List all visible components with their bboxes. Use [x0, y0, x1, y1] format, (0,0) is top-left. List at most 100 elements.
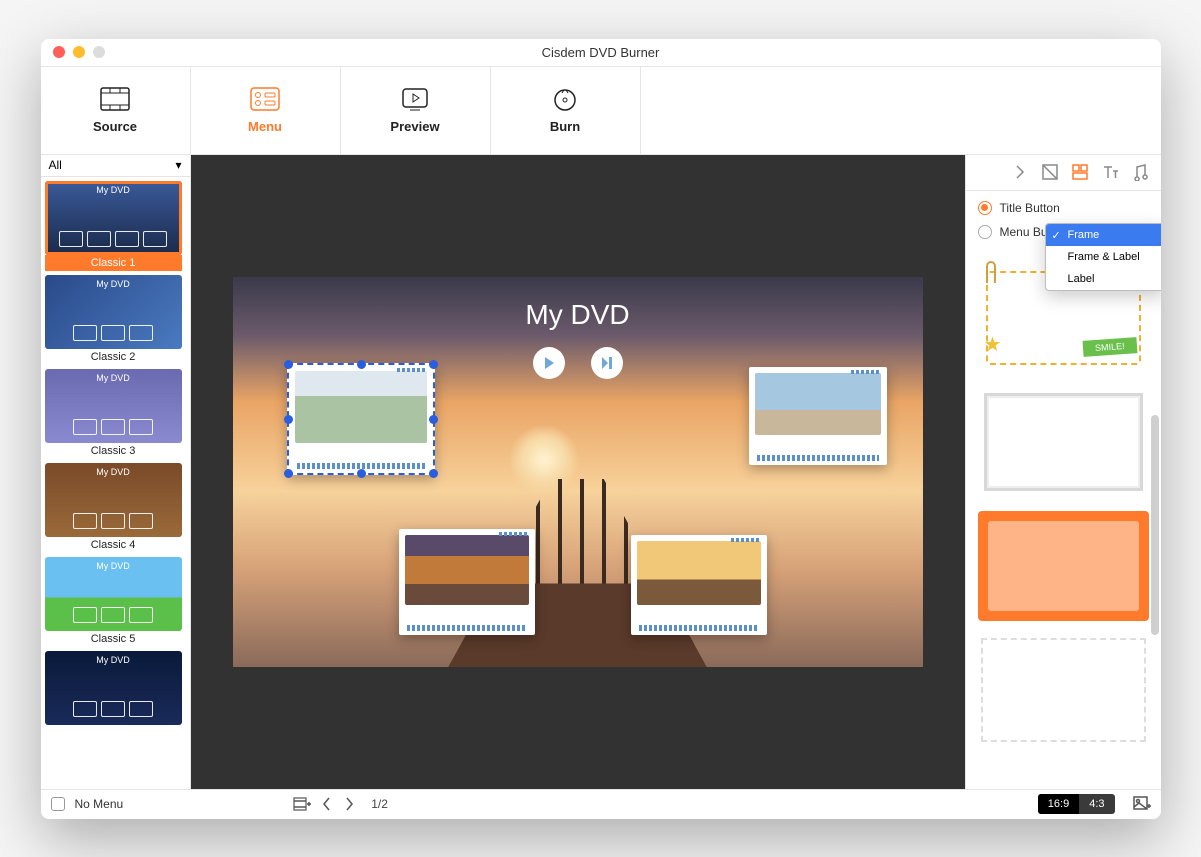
- dropdown-item-frame-label[interactable]: Frame & Label: [1046, 246, 1161, 268]
- frame-preview[interactable]: [978, 511, 1149, 621]
- tab-menu-label: Menu: [248, 119, 282, 134]
- tab-preview-label: Preview: [390, 119, 439, 134]
- add-page-icon[interactable]: [293, 795, 311, 813]
- background-tab[interactable]: [1041, 163, 1059, 181]
- template-title: My DVD: [45, 373, 182, 383]
- template-item[interactable]: My DVD Classic 1: [45, 181, 182, 271]
- next-button[interactable]: [591, 347, 623, 379]
- tab-burn-label: Burn: [550, 119, 580, 134]
- tab-source[interactable]: Source: [41, 67, 191, 154]
- play-button[interactable]: [533, 347, 565, 379]
- card-caption-dots: [297, 463, 425, 469]
- window-title: Cisdem DVD Burner: [41, 45, 1161, 60]
- dvd-title[interactable]: My DVD: [233, 299, 923, 331]
- template-title: My DVD: [45, 561, 182, 571]
- left-panel: All ▾ My DVD Classic 1 My DVD Classic 2 …: [41, 155, 191, 789]
- source-icon: [100, 87, 130, 111]
- template-label: [45, 725, 182, 729]
- frame-preview[interactable]: [978, 387, 1149, 497]
- template-label: Classic 3: [45, 443, 182, 459]
- dropdown-item-frame[interactable]: Frame: [1046, 224, 1161, 246]
- resize-handle[interactable]: [357, 360, 366, 369]
- zoom-icon[interactable]: [93, 46, 105, 58]
- video-card-1[interactable]: [287, 363, 435, 475]
- template-label: Classic 5: [45, 631, 182, 647]
- menu-canvas[interactable]: My DVD: [233, 277, 923, 667]
- template-item[interactable]: My DVD Classic 4: [45, 463, 182, 553]
- canvas-wrap: My DVD: [191, 155, 965, 789]
- smile-badge: SMILE!: [1082, 337, 1137, 357]
- template-thumb: My DVD: [45, 651, 182, 725]
- tab-source-label: Source: [93, 119, 137, 134]
- no-menu-label: No Menu: [75, 797, 124, 811]
- template-item[interactable]: My DVD Classic 2: [45, 275, 182, 365]
- no-menu-checkbox[interactable]: [51, 797, 65, 811]
- template-filter-dropdown[interactable]: All ▾: [41, 155, 190, 177]
- video-card-4[interactable]: [631, 535, 767, 635]
- template-thumb: My DVD: [45, 463, 182, 537]
- dropdown-item-label[interactable]: Label: [1046, 268, 1161, 290]
- star-icon: ★: [984, 332, 1002, 357]
- tab-burn[interactable]: Burn: [491, 67, 641, 154]
- resize-handle[interactable]: [284, 469, 293, 478]
- titlebar: Cisdem DVD Burner: [41, 39, 1161, 67]
- button-type-radios: Title Button Menu Button Frame Frame & L…: [966, 191, 1161, 255]
- prev-page-icon[interactable]: [321, 795, 339, 813]
- music-tab[interactable]: [1131, 163, 1149, 181]
- next-page-icon[interactable]: [343, 795, 361, 813]
- resize-handle[interactable]: [429, 360, 438, 369]
- page-indicator: 1/2: [371, 797, 388, 811]
- tab-preview[interactable]: Preview: [341, 67, 491, 154]
- ratio-43[interactable]: 4:3: [1079, 794, 1114, 814]
- radio-icon: [978, 201, 992, 215]
- center-panel: My DVD: [191, 155, 965, 789]
- resize-handle[interactable]: [284, 415, 293, 424]
- template-thumb: My DVD: [45, 181, 182, 255]
- collapse-panel-button[interactable]: [1011, 163, 1029, 181]
- close-icon[interactable]: [53, 46, 65, 58]
- template-list[interactable]: My DVD Classic 1 My DVD Classic 2 My DVD…: [41, 177, 190, 789]
- template-thumb: My DVD: [45, 275, 182, 349]
- resize-handle[interactable]: [284, 360, 293, 369]
- frame-dropdown[interactable]: Frame Frame & Label Label: [1045, 223, 1161, 291]
- right-panel: Title Button Menu Button Frame Frame & L…: [965, 155, 1161, 789]
- radio-icon: [978, 225, 992, 239]
- main-toolbar: Source Menu Preview Burn: [41, 67, 1161, 155]
- template-thumb: My DVD: [45, 369, 182, 443]
- status-bar: No Menu 1/2 16:9 4:3: [41, 789, 1161, 819]
- clip-icon: [986, 261, 996, 283]
- aspect-ratio-toggle[interactable]: 16:9 4:3: [1038, 794, 1115, 814]
- card-title-dots: [397, 368, 425, 372]
- scrollbar[interactable]: [1151, 415, 1159, 635]
- traffic-lights: [41, 46, 105, 58]
- template-title: My DVD: [45, 655, 182, 665]
- template-item[interactable]: My DVD Classic 3: [45, 369, 182, 459]
- minimize-icon[interactable]: [73, 46, 85, 58]
- video-thumb: [295, 371, 427, 443]
- template-title: My DVD: [45, 467, 182, 477]
- ratio-169[interactable]: 16:9: [1038, 794, 1079, 814]
- resize-handle[interactable]: [429, 415, 438, 424]
- template-item[interactable]: My DVD: [45, 651, 182, 729]
- frame-tab[interactable]: [1071, 163, 1089, 181]
- template-label: Classic 2: [45, 349, 182, 365]
- template-label: Classic 1: [45, 255, 182, 271]
- text-tab[interactable]: [1101, 163, 1119, 181]
- page-nav: 1/2: [293, 795, 388, 813]
- filter-label: All: [49, 158, 62, 172]
- resize-handle[interactable]: [429, 469, 438, 478]
- frame-list[interactable]: ★ SMILE!: [966, 255, 1161, 789]
- radio-title-button[interactable]: Title Button: [978, 201, 1149, 215]
- template-thumb: My DVD: [45, 557, 182, 631]
- template-title: My DVD: [45, 185, 182, 195]
- template-label: Classic 4: [45, 537, 182, 553]
- body: All ▾ My DVD Classic 1 My DVD Classic 2 …: [41, 155, 1161, 789]
- video-card-3[interactable]: [399, 529, 535, 635]
- resize-handle[interactable]: [357, 469, 366, 478]
- burn-icon: [550, 87, 580, 111]
- image-add-icon[interactable]: [1133, 795, 1151, 813]
- tab-menu[interactable]: Menu: [191, 67, 341, 154]
- template-item[interactable]: My DVD Classic 5: [45, 557, 182, 647]
- video-card-2[interactable]: [749, 367, 887, 465]
- frame-preview[interactable]: [978, 635, 1149, 745]
